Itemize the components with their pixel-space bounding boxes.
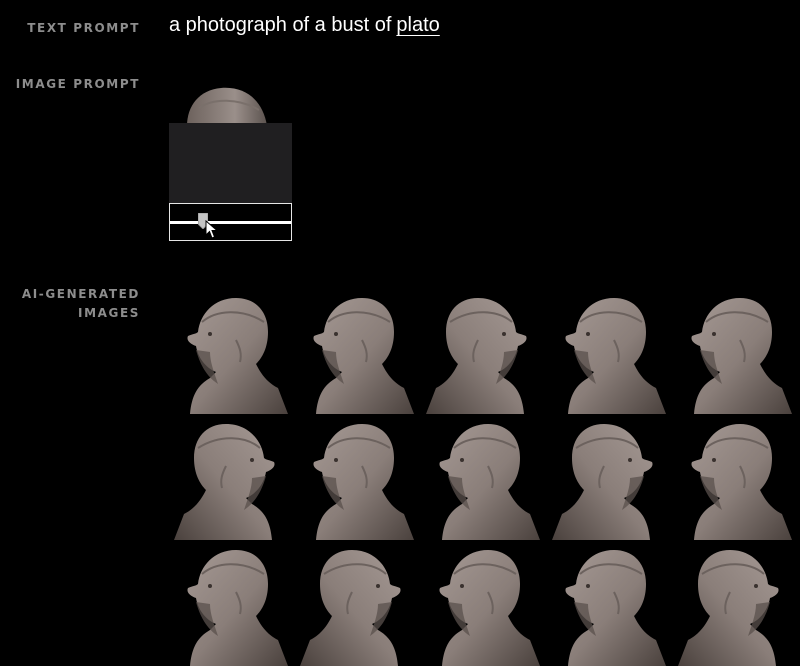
image-prompt-preview bbox=[169, 123, 292, 203]
slider-track bbox=[170, 221, 291, 224]
image-prompt-slider[interactable] bbox=[169, 203, 292, 241]
generated-image-7[interactable] bbox=[296, 418, 418, 540]
generated-image-3[interactable] bbox=[422, 292, 544, 414]
mouse-pointer-icon bbox=[205, 220, 219, 239]
text-prompt-subject-link[interactable]: plato bbox=[396, 14, 439, 36]
image-prompt-label: IMAGE PROMPT bbox=[15, 77, 140, 91]
generated-image-9[interactable] bbox=[548, 418, 670, 540]
generated-image-11[interactable] bbox=[170, 544, 292, 666]
generated-image-6[interactable] bbox=[170, 418, 292, 540]
generated-image-1[interactable] bbox=[170, 292, 292, 414]
generated-image-13[interactable] bbox=[422, 544, 544, 666]
ai-generated-label-line1: AI-GENERATED bbox=[21, 287, 140, 301]
text-prompt: a photograph of a bust of plato bbox=[169, 14, 440, 37]
ai-generated-images-label: AI-GENERATED IMAGES bbox=[22, 285, 140, 323]
generated-image-10[interactable] bbox=[674, 418, 796, 540]
text-prompt-prefix: a photograph of a bust of bbox=[169, 14, 392, 36]
generated-image-4[interactable] bbox=[548, 292, 670, 414]
ai-generated-label-line2: IMAGES bbox=[78, 306, 140, 320]
generated-image-14[interactable] bbox=[548, 544, 670, 666]
text-prompt-label: TEXT PROMPT bbox=[27, 21, 140, 35]
generated-image-15[interactable] bbox=[674, 544, 796, 666]
generated-image-5[interactable] bbox=[674, 292, 796, 414]
generated-images-grid bbox=[170, 292, 800, 666]
generated-image-12[interactable] bbox=[296, 544, 418, 666]
generated-image-2[interactable] bbox=[296, 292, 418, 414]
image-prompt bbox=[169, 86, 293, 246]
generated-image-8[interactable] bbox=[422, 418, 544, 540]
bust-head-thumbnail bbox=[187, 87, 267, 126]
